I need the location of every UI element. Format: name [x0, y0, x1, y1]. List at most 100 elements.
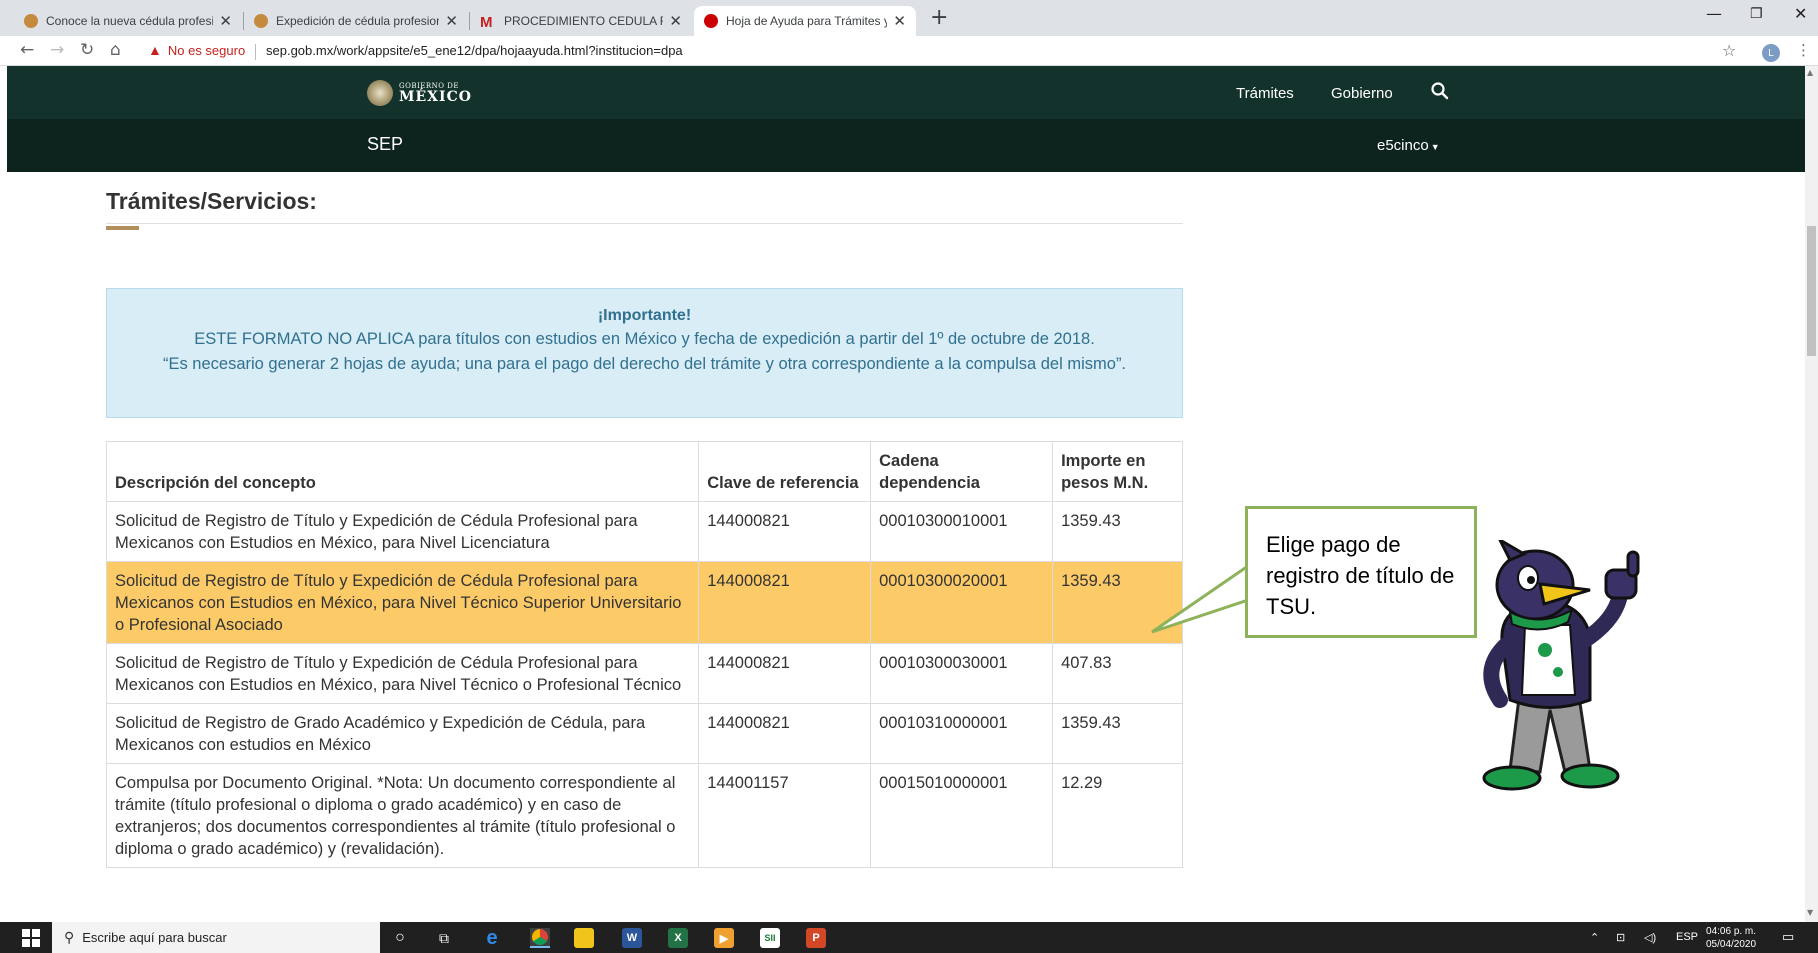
- forward-icon[interactable]: →: [50, 40, 64, 60]
- table-row[interactable]: Solicitud de Registro de Grado Académico…: [105, 703, 1183, 764]
- close-tab-icon[interactable]: ✕: [893, 12, 906, 30]
- col-header-description: Descripción del concepto: [105, 441, 700, 502]
- gobierno-mexico-logo[interactable]: GOBIERNO DE MÉXICO: [367, 80, 472, 106]
- cell-dependency: 00010300030001: [870, 643, 1054, 704]
- cell-description: Solicitud de Registro de Grado Académico…: [105, 703, 700, 764]
- menu-kebab-icon[interactable]: ⋮: [1796, 41, 1811, 59]
- e5cinco-dropdown[interactable]: e5cinco ▼: [1377, 137, 1440, 154]
- back-icon[interactable]: ←: [20, 40, 34, 60]
- volume-icon[interactable]: ◁): [1644, 931, 1656, 944]
- browser-tab-3[interactable]: M PROCEDIMIENTO CEDULA FEDER ✕: [470, 6, 692, 36]
- cell-reference: 144000821: [698, 501, 872, 562]
- file-explorer-icon[interactable]: [574, 928, 594, 948]
- profile-avatar[interactable]: L: [1762, 44, 1780, 62]
- close-tab-icon[interactable]: ✕: [219, 12, 232, 30]
- address-bar: ← → ↻ ⌂ ▲ No es seguro sep.gob.mx/work/a…: [0, 36, 1818, 66]
- browser-tab-2[interactable]: Expedición de cédula profesional ✕: [244, 6, 468, 36]
- page-scrollbar[interactable]: ▲ ▼: [1805, 66, 1818, 922]
- scroll-down-icon[interactable]: ▼: [1807, 908, 1813, 917]
- language-indicator[interactable]: ESP: [1676, 931, 1698, 943]
- tab-favicon: [24, 14, 38, 28]
- network-icon[interactable]: ⊡: [1616, 931, 1625, 944]
- title-divider: [106, 223, 1183, 224]
- alert-line1: ESTE FORMATO NO APLICA para títulos con …: [194, 330, 1095, 348]
- warning-icon: ▲: [148, 42, 162, 58]
- task-view-icon[interactable]: ⧉: [434, 928, 454, 948]
- page-title: Trámites/Servicios:: [106, 188, 317, 214]
- cell-dependency: 00010310000001: [870, 703, 1054, 764]
- gmail-icon: M: [480, 14, 493, 31]
- cell-amount: 1359.43: [1052, 501, 1183, 562]
- tray-chevron-icon[interactable]: ⌃: [1590, 931, 1599, 944]
- cell-dependency: 00015010000001: [870, 763, 1054, 868]
- word-icon[interactable]: W: [622, 928, 642, 948]
- table-row-highlighted-tsu[interactable]: Solicitud de Registro de Título y Expedi…: [105, 561, 1183, 644]
- callout-pointer: [1151, 563, 1250, 634]
- alert-line2: “Es necesario generar 2 hojas de ayuda; …: [162, 355, 1127, 373]
- tab-title: Hoja de Ayuda para Trámites y S: [726, 14, 888, 28]
- home-icon[interactable]: ⌂: [110, 40, 121, 60]
- minimize-icon[interactable]: —: [1706, 4, 1722, 23]
- tab-title: PROCEDIMIENTO CEDULA FEDER: [504, 14, 663, 28]
- cortana-icon[interactable]: ○: [390, 928, 410, 948]
- windows-taskbar: ⚲ Escribe aquí para buscar ○ ⧉ e W X ▶ S…: [0, 922, 1818, 953]
- cell-description: Solicitud de Registro de Título y Expedi…: [105, 561, 700, 644]
- close-window-icon[interactable]: ✕: [1794, 4, 1807, 23]
- powerpoint-icon[interactable]: P: [806, 928, 826, 948]
- caret-down-icon: ▼: [1430, 142, 1440, 152]
- taskbar-search-box[interactable]: ⚲ Escribe aquí para buscar: [52, 922, 380, 953]
- scroll-thumb[interactable]: [1807, 226, 1816, 356]
- clock-time: 04:06 p. m.: [1706, 926, 1757, 937]
- concepts-table: Descripción del concepto Clave de refere…: [105, 441, 1183, 868]
- e5cinco-label: e5cinco: [1377, 137, 1429, 154]
- nav-gobierno[interactable]: Gobierno: [1331, 85, 1393, 102]
- tab-title: Conoce la nueva cédula profesio: [46, 14, 214, 28]
- notifications-icon[interactable]: ▭: [1782, 929, 1794, 945]
- scroll-up-icon[interactable]: ▲: [1807, 68, 1813, 77]
- url-field[interactable]: sep.gob.mx/work/appsite/e5_ene12/dpa/hoj…: [266, 43, 683, 58]
- reload-icon[interactable]: ↻: [80, 40, 94, 60]
- windows-start-icon[interactable]: [22, 929, 40, 947]
- taskbar-clock[interactable]: 04:06 p. m. 05/04/2020: [1706, 925, 1756, 951]
- table-header-row: Descripción del concepto Clave de refere…: [105, 441, 1183, 502]
- browser-tab-1[interactable]: Conoce la nueva cédula profesio ✕: [14, 6, 242, 36]
- excel-icon[interactable]: X: [668, 928, 688, 948]
- search-icon[interactable]: [1429, 80, 1451, 102]
- taskbar-search-placeholder: Escribe aquí para buscar: [82, 930, 227, 945]
- clock-date: 05/04/2020: [1706, 939, 1757, 950]
- tab-favicon: [704, 14, 718, 28]
- table-row[interactable]: Solicitud de Registro de Título y Expedi…: [105, 501, 1183, 562]
- tab-title: Expedición de cédula profesional: [276, 14, 440, 28]
- col-header-dependency: Cadena dependencia: [870, 441, 1054, 502]
- sep-header: SEP e5cinco ▼: [7, 119, 1805, 172]
- nav-tramites[interactable]: Trámites: [1236, 85, 1294, 102]
- search-icon: ⚲: [64, 929, 75, 945]
- close-tab-icon[interactable]: ✕: [445, 12, 458, 30]
- table-row[interactable]: Solicitud de Registro de Título y Expedi…: [105, 643, 1183, 704]
- cell-dependency: 00010300010001: [870, 501, 1054, 562]
- edge-icon[interactable]: e: [482, 927, 502, 949]
- browser-tabbar: Conoce la nueva cédula profesio ✕ Expedi…: [0, 0, 1818, 36]
- new-tab-icon[interactable]: +: [930, 5, 948, 30]
- sep-title[interactable]: SEP: [367, 134, 403, 155]
- close-tab-icon[interactable]: ✕: [669, 12, 682, 30]
- tab-favicon: [254, 14, 268, 28]
- media-player-icon[interactable]: ▶: [714, 928, 734, 948]
- cell-reference: 144000821: [698, 703, 872, 764]
- table-row[interactable]: Compulsa por Documento Original. *Nota: …: [105, 763, 1183, 868]
- logo-line2: MÉXICO: [399, 88, 472, 105]
- cell-description: Solicitud de Registro de Título y Expedi…: [105, 643, 700, 704]
- cell-amount: 12.29: [1052, 763, 1183, 868]
- alert-heading: ¡Importante!: [597, 307, 692, 324]
- cell-description: Compulsa por Documento Original. *Nota: …: [105, 763, 700, 868]
- chrome-icon[interactable]: [530, 928, 550, 948]
- url-divider: [255, 44, 256, 60]
- sii-icon[interactable]: SII: [760, 928, 780, 948]
- restore-icon[interactable]: ❐: [1750, 6, 1763, 22]
- security-indicator[interactable]: ▲ No es seguro: [148, 42, 245, 58]
- col-header-amount: Importe en pesos M.N.: [1052, 441, 1183, 502]
- browser-tab-active[interactable]: Hoja de Ayuda para Trámites y S ✕: [694, 6, 916, 36]
- bookmark-star-icon[interactable]: ☆: [1722, 41, 1736, 60]
- cell-reference: 144000821: [698, 643, 872, 704]
- cell-reference: 144001157: [698, 763, 872, 868]
